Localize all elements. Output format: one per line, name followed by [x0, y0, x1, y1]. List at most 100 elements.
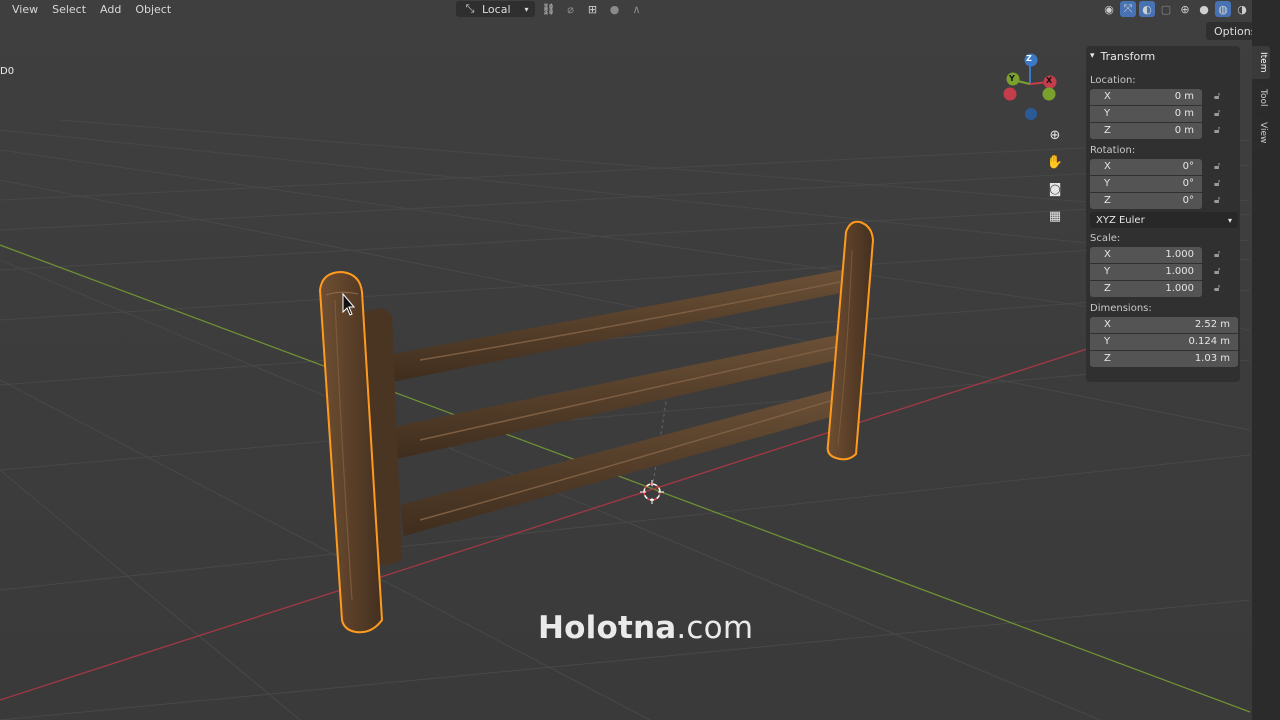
scale-y-row: Y 1.000 🔓︎ — [1090, 263, 1240, 280]
axis-label: Z — [1104, 283, 1111, 294]
watermark-brand: Holotna — [538, 610, 677, 646]
tab-view[interactable]: View — [1252, 115, 1270, 150]
axis-label: Z — [1104, 353, 1111, 364]
field-value: 0° — [1182, 195, 1194, 206]
axis-label: Z — [1104, 195, 1111, 206]
field-value: 1.000 — [1165, 283, 1194, 294]
rotation-y-row: Y 0° 🔓︎ — [1090, 175, 1240, 192]
field-value: 2.52 m — [1194, 319, 1230, 330]
lock-icon[interactable]: 🔓︎ — [1214, 178, 1236, 189]
material-shading-icon[interactable]: ◍ — [1215, 1, 1231, 17]
field-value: 0.124 m — [1188, 336, 1230, 347]
lock-icon[interactable]: 🔓︎ — [1214, 283, 1236, 294]
gizmo-x-label: X — [1046, 76, 1053, 85]
xray-icon[interactable]: ▢ — [1158, 1, 1174, 17]
visibility-icon[interactable]: ◉ — [1101, 1, 1117, 17]
axis-label: X — [1104, 319, 1111, 330]
camera-icon[interactable]: ◙ — [1044, 178, 1066, 200]
axis-label: X — [1104, 91, 1111, 102]
lock-icon[interactable]: 🔓︎ — [1214, 249, 1236, 260]
rotation-y-field[interactable]: Y 0° — [1090, 175, 1202, 192]
orientation-icon: ⤡ — [465, 2, 475, 15]
menu-select[interactable]: Select — [45, 3, 93, 16]
object-info-text: D0 — [0, 66, 15, 77]
lock-icon[interactable]: 🔓︎ — [1214, 91, 1236, 102]
scale-z-field[interactable]: Z 1.000 — [1090, 280, 1202, 297]
grid-icon[interactable]: ▦ — [1044, 205, 1066, 227]
chevron-down-icon: ▾ — [524, 4, 529, 14]
sidebar-tabs: Item Tool View — [1252, 46, 1270, 150]
location-x-field[interactable]: X 0 m — [1090, 88, 1202, 105]
axis-label: Z — [1104, 125, 1111, 136]
lock-icon[interactable]: 🔓︎ — [1214, 161, 1236, 172]
field-value: 0° — [1182, 161, 1194, 172]
scale-y-field[interactable]: Y 1.000 — [1090, 263, 1202, 280]
rendered-shading-icon[interactable]: ◑ — [1234, 1, 1250, 17]
menu-object[interactable]: Object — [128, 3, 178, 16]
zoom-icon[interactable]: ⊕ — [1044, 124, 1066, 146]
watermark-suffix: .com — [676, 610, 754, 646]
navigation-buttons: ⊕ ✋ ◙ ▦ — [1044, 124, 1068, 227]
rotation-x-field[interactable]: X 0° — [1090, 158, 1202, 175]
watermark: Holotna.com — [538, 610, 753, 646]
snap-icon[interactable]: ⌀ — [563, 1, 579, 17]
axis-label: Y — [1104, 336, 1111, 347]
overlays-icon[interactable]: ◐ — [1139, 1, 1155, 17]
axis-label: Y — [1104, 178, 1111, 189]
field-value: 0° — [1182, 178, 1194, 189]
field-value: 1.000 — [1165, 266, 1194, 277]
dimensions-y-field[interactable]: Y 0.124 m — [1090, 333, 1238, 350]
scale-z-row: Z 1.000 🔓︎ — [1090, 280, 1240, 297]
axis-label: Y — [1104, 108, 1111, 119]
chevron-down-icon: ▾ — [1227, 215, 1232, 225]
tab-item[interactable]: Item — [1252, 46, 1270, 79]
transform-panel-header[interactable]: ▾ Transform — [1086, 46, 1240, 66]
rotation-z-field[interactable]: Z 0° — [1090, 192, 1202, 209]
field-value: 0 m — [1174, 91, 1194, 102]
dimensions-z-field[interactable]: Z 1.03 m — [1090, 350, 1238, 367]
menu-view[interactable]: View — [0, 3, 45, 16]
axis-label: X — [1104, 249, 1111, 260]
axis-label: Y — [1104, 266, 1111, 277]
gizmo-y-label: Y — [1009, 74, 1015, 83]
transform-orientation-dropdown[interactable]: ⤡ Local ▾ — [456, 1, 535, 17]
lock-icon[interactable]: 🔓︎ — [1214, 108, 1236, 119]
field-value: 1.000 — [1165, 249, 1194, 260]
wireframe-shading-icon[interactable]: ⊕ — [1177, 1, 1193, 17]
proportional-edit-icon[interactable]: ● — [607, 1, 623, 17]
rotation-mode-dropdown[interactable]: XYZ Euler ▾ — [1090, 212, 1238, 228]
falloff-icon[interactable]: ∧ — [629, 1, 645, 17]
scale-x-row: X 1.000 🔓︎ — [1090, 246, 1240, 263]
dimensions-x-field[interactable]: X 2.52 m — [1090, 316, 1238, 333]
scale-x-field[interactable]: X 1.000 — [1090, 246, 1202, 263]
axis-label: X — [1104, 161, 1111, 172]
options-label: Options — [1214, 24, 1257, 38]
lock-icon[interactable]: 🔓︎ — [1214, 195, 1236, 206]
snap-target-icon[interactable]: ⊞ — [585, 1, 601, 17]
location-x-row: X 0 m 🔓︎ — [1090, 88, 1240, 105]
solid-shading-icon[interactable]: ● — [1196, 1, 1212, 17]
location-z-row: Z 0 m 🔓︎ — [1090, 122, 1240, 139]
pan-hand-icon[interactable]: ✋ — [1044, 151, 1066, 173]
rotation-label: Rotation: — [1090, 144, 1136, 156]
field-value: 0 m — [1174, 125, 1194, 136]
lock-icon[interactable]: 🔓︎ — [1214, 266, 1236, 277]
field-value: 1.03 m — [1194, 353, 1230, 364]
field-value: 0 m — [1174, 108, 1194, 119]
pivot-icon[interactable]: ⛓ — [541, 1, 557, 17]
chevron-down-icon: ▾ — [1090, 51, 1095, 61]
location-y-field[interactable]: Y 0 m — [1090, 105, 1202, 122]
header-tools: ⤡ Local ▾ ⛓ ⌀ ⊞ ● ∧ — [456, 0, 645, 18]
location-label: Location: — [1090, 74, 1136, 86]
dimensions-label: Dimensions: — [1090, 302, 1152, 314]
menu-add[interactable]: Add — [93, 3, 128, 16]
dimensions-y-row: Y 0.124 m — [1090, 333, 1240, 350]
dimensions-z-row: Z 1.03 m — [1090, 350, 1240, 367]
gizmo-toggle-icon[interactable]: ⤧ — [1120, 1, 1136, 17]
dimensions-x-row: X 2.52 m — [1090, 316, 1240, 333]
tab-tool[interactable]: Tool — [1252, 82, 1270, 112]
location-z-field[interactable]: Z 0 m — [1090, 122, 1202, 139]
location-y-row: Y 0 m 🔓︎ — [1090, 105, 1240, 122]
lock-icon[interactable]: 🔓︎ — [1214, 125, 1236, 136]
transform-title: Transform — [1100, 49, 1156, 63]
